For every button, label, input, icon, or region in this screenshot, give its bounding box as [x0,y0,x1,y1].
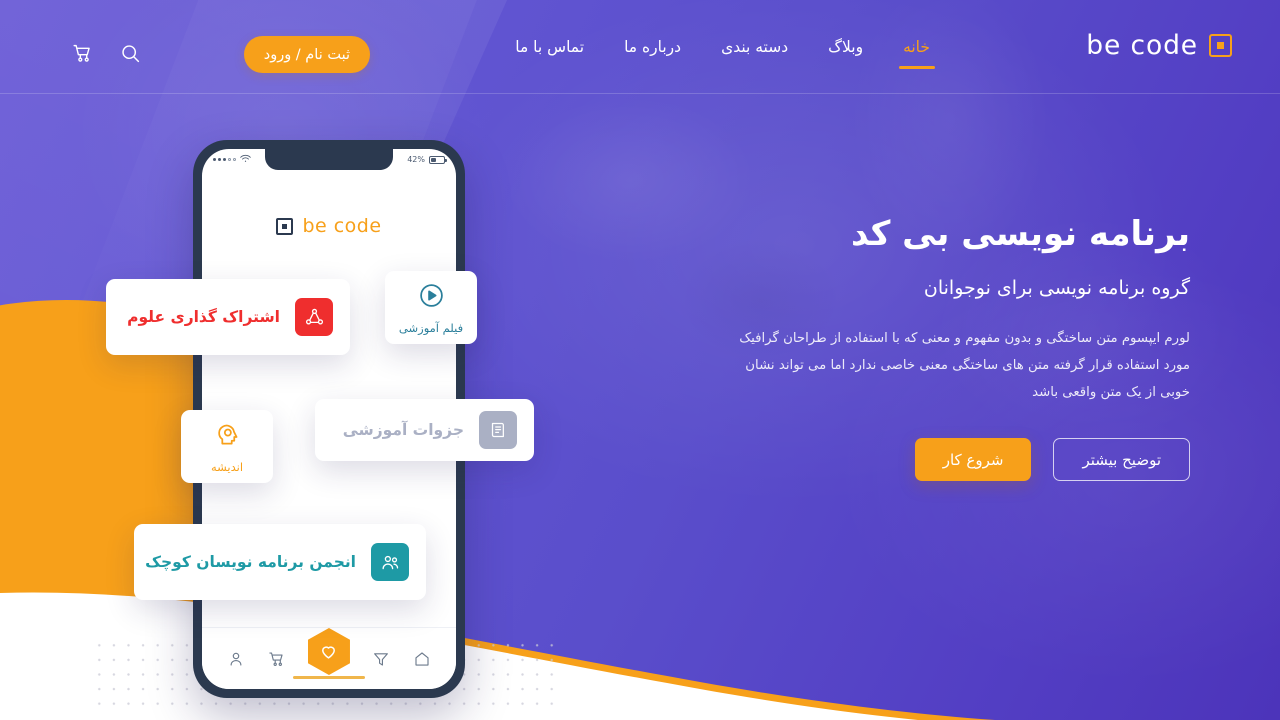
nav-label: دسته بندی [721,38,789,56]
shopping-cart-icon[interactable] [268,650,286,668]
signal-strength-icon [213,157,237,162]
phone-app-logo: be code [202,215,456,237]
nav-label: وبلاگ [828,38,864,56]
nav-item-blog[interactable]: وبلاگ [808,0,883,94]
square-dot-logo-icon [276,217,294,235]
learn-more-button[interactable]: توضیح بیشتر [1053,438,1190,482]
nav-item-about[interactable]: درباره ما [604,0,701,94]
play-circle-icon [417,281,446,314]
feature-card-programmers-club[interactable]: انجمن برنامه نویسان کوچک [134,524,426,600]
landing-page: be code خانه وبلاگ دسته بندی درباره ما ت… [0,0,1280,720]
search-icon[interactable] [115,38,145,68]
status-right-group: 42% [407,155,447,164]
feature-card-label: اندیشه [210,459,244,474]
book-document-icon [479,411,517,449]
square-dot-logo-icon [1209,34,1232,57]
person-icon[interactable] [227,650,245,668]
users-group-icon [371,543,409,581]
battery-icon [429,155,447,164]
share-network-icon [295,298,333,336]
feature-card-educational-video[interactable]: فیلم آموزشی [385,271,477,344]
phone-brand-name: be code [302,215,382,237]
feature-card-label: اشتراک گذاری علوم [127,308,280,326]
battery-percent-label: 42% [407,155,425,164]
wifi-icon [240,154,252,165]
feature-card-label: انجمن برنامه نویسان کوچک [145,553,356,571]
hero-subtitle: گروه برنامه نویسی برای نوجوانان [923,276,1190,299]
shopping-cart-icon[interactable] [67,38,97,68]
active-nav-underline [898,66,935,69]
hero-description: لورم ایپسوم متن ساختگی و بدون مفهوم و مع… [739,331,1190,400]
feature-card-educational-notes[interactable]: جزوات آموزشی [315,399,534,461]
hero-content: برنامه نویسی بی کد گروه برنامه نویسی برا… [630,212,1190,482]
heart-icon[interactable] [307,628,350,675]
signup-login-button[interactable]: ثبت نام / ورود [243,36,370,73]
phone-status-bar: 42% [202,149,456,170]
phone-bottom-navigation [202,627,456,689]
home-icon[interactable] [413,650,431,668]
nav-label: تماس با ما [515,38,585,56]
main-navigation: خانه وبلاگ دسته بندی درباره ما تماس با م… [495,0,950,94]
hero-cta-group: توضیح بیشتر شروع کار [630,438,1190,482]
feature-card-science-sharing[interactable]: اشتراک گذاری علوم [106,279,350,355]
page-title: برنامه نویسی بی کد [850,214,1190,254]
nav-label: خانه [903,38,930,56]
nav-label: درباره ما [624,38,682,56]
feature-card-label: جزوات آموزشی [342,421,464,439]
nav-item-contact[interactable]: تماس با ما [495,0,604,94]
filter-funnel-icon[interactable] [372,650,390,668]
head-idea-icon [213,420,242,453]
brand-logo[interactable]: be code [1086,30,1232,61]
nav-item-home[interactable]: خانه [883,0,950,94]
get-started-button[interactable]: شروع کار [914,438,1032,482]
feature-card-label: فیلم آموزشی [398,320,464,335]
status-left-group [213,154,252,165]
brand-name: be code [1086,30,1198,61]
nav-item-categories[interactable]: دسته بندی [701,0,808,94]
site-header: be code خانه وبلاگ دسته بندی درباره ما ت… [0,0,1280,94]
feature-card-idea[interactable]: اندیشه [181,410,273,483]
home-indicator [293,676,365,679]
